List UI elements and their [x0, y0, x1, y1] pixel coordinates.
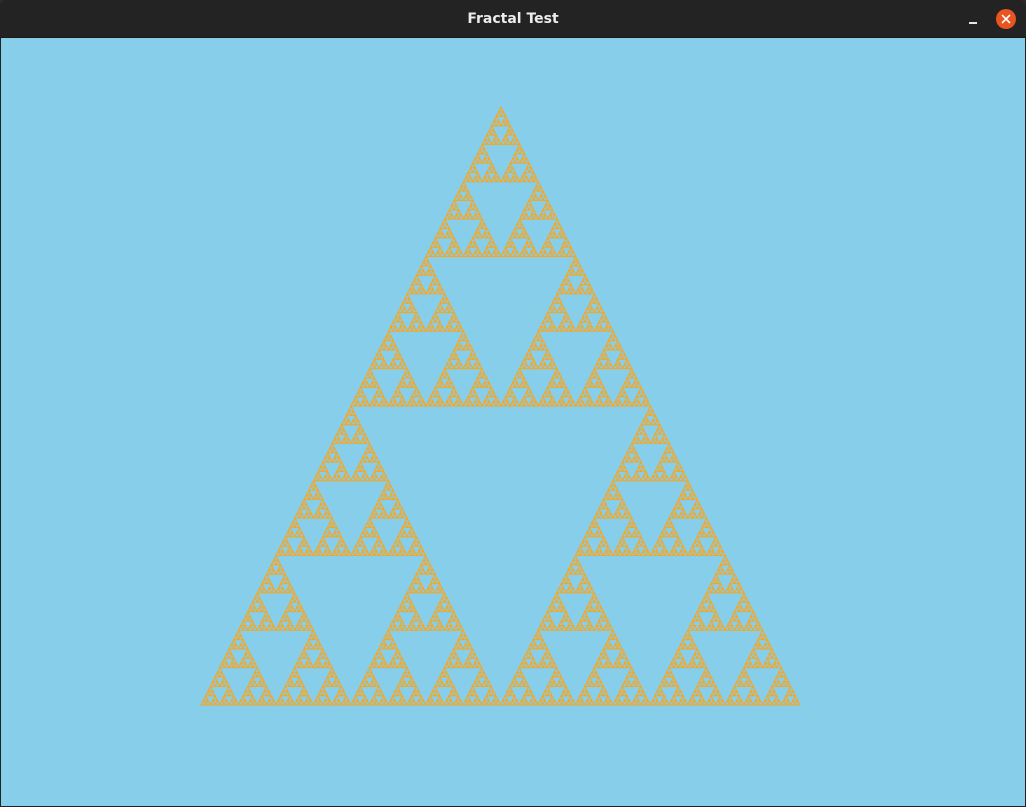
- window-title: Fractal Test: [467, 11, 559, 27]
- minimize-button[interactable]: [961, 9, 983, 31]
- close-button[interactable]: [996, 9, 1016, 29]
- close-icon: [1001, 14, 1011, 24]
- title-bar[interactable]: Fractal Test: [0, 0, 1026, 38]
- fractal-canvas: [1, 38, 1025, 806]
- app-window: Fractal Test: [0, 0, 1026, 807]
- fractal-path: [200, 105, 801, 706]
- sierpinski-triangle: [200, 105, 801, 706]
- minimize-icon: [969, 22, 977, 24]
